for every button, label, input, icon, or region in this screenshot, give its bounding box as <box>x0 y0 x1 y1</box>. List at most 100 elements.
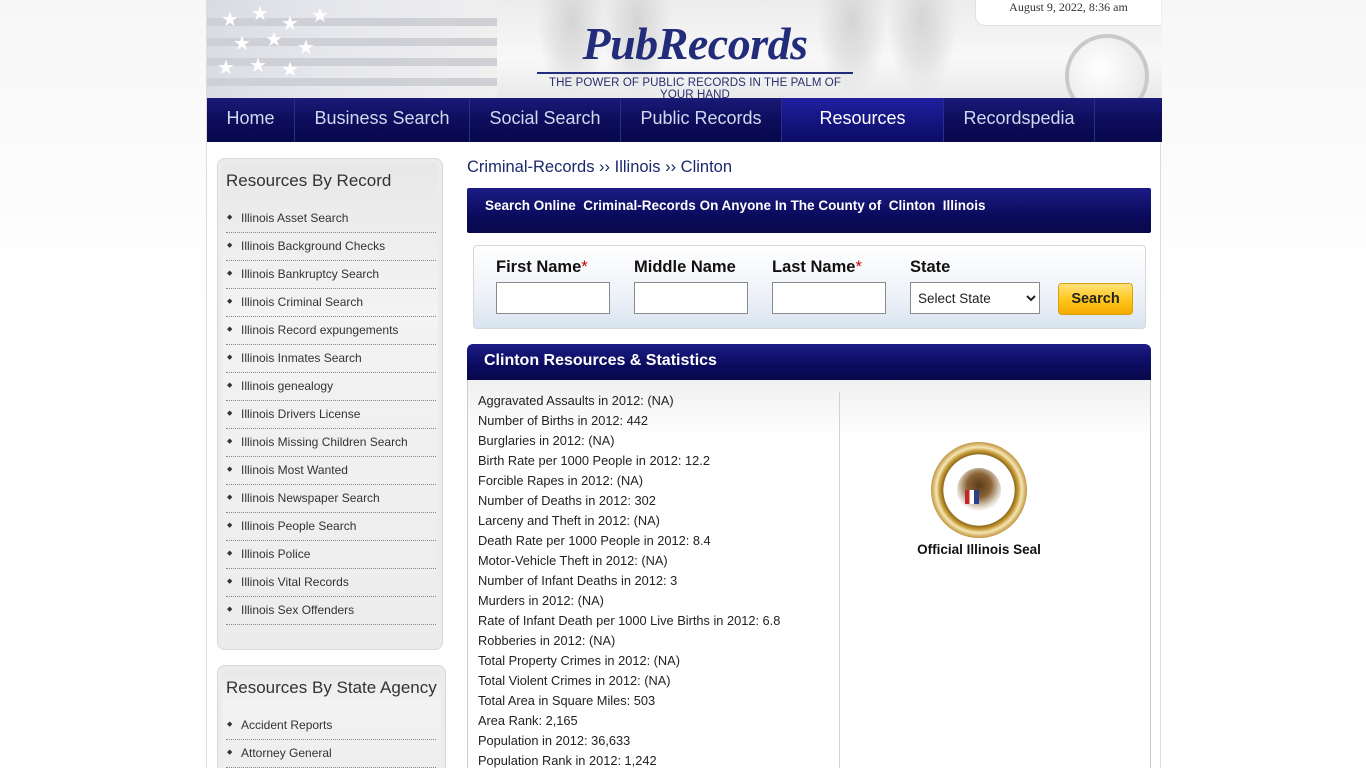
first-name-input[interactable] <box>496 282 610 314</box>
stat-item: Motor-Vehicle Theft in 2012: (NA) <box>478 553 668 568</box>
sidebar-item-accident-reports[interactable]: ◆ Accident Reports <box>226 712 436 740</box>
stat-item: Area Rank: 2,165 <box>478 713 578 728</box>
diamond-bullet-icon: ◆ <box>227 522 233 529</box>
us-flag-banner: ★ ★ ★ ★ ★ ★ ★ ★ ★ ★ <box>207 0 497 98</box>
nav-resources[interactable]: Resources <box>782 98 944 142</box>
stats-list: Aggravated Assaults in 2012: (NA) Number… <box>478 391 780 768</box>
state-label: State <box>910 258 951 276</box>
middle-name-input[interactable] <box>634 282 748 314</box>
diamond-bullet-icon: ◆ <box>227 270 233 277</box>
sidebar-item-record-expungements[interactable]: ◆ Illinois Record expungements <box>226 317 436 345</box>
diamond-bullet-icon: ◆ <box>227 410 233 417</box>
diamond-bullet-icon: ◆ <box>227 298 233 305</box>
diamond-bullet-icon: ◆ <box>227 242 233 249</box>
seal-caption: Official Illinois Seal <box>917 542 1041 557</box>
middle-name-label: Middle Name <box>634 258 736 276</box>
breadcrumb-separator: ›› <box>594 158 615 176</box>
diamond-bullet-icon: ◆ <box>227 606 233 613</box>
sidebar-agency-title: Resources By State Agency <box>226 678 437 697</box>
stat-item: Murders in 2012: (NA) <box>478 593 604 608</box>
stat-item: Robberies in 2012: (NA) <box>478 633 616 648</box>
diamond-bullet-icon: ◆ <box>227 326 233 333</box>
sidebar-item-asset-search[interactable]: ◆ Illinois Asset Search <box>226 205 436 233</box>
diamond-bullet-icon: ◆ <box>227 749 233 756</box>
sidebar-item-attorney-general[interactable]: ◆ Attorney General <box>226 740 436 768</box>
magnifier-icon <box>1065 34 1149 98</box>
logo-underline <box>537 72 853 74</box>
stat-item: Total Area in Square Miles: 503 <box>478 693 656 708</box>
middle-name-field: Middle Name <box>634 258 748 314</box>
first-name-label: First Name* <box>496 258 588 276</box>
stat-item: Number of Infant Deaths in 2012: 3 <box>478 573 678 588</box>
sidebar-item-missing-children[interactable]: ◆ Illinois Missing Children Search <box>226 429 436 457</box>
diamond-bullet-icon: ◆ <box>227 721 233 728</box>
stat-item: Population Rank in 2012: 1,242 <box>478 753 657 768</box>
stat-item: Number of Deaths in 2012: 302 <box>478 493 656 508</box>
sidebar-item-sex-offenders[interactable]: ◆ Illinois Sex Offenders <box>226 597 436 625</box>
stat-item: Death Rate per 1000 People in 2012: 8.4 <box>478 533 711 548</box>
site-logo[interactable]: PubRecords THE POWER OF PUBLIC RECORDS I… <box>535 16 855 98</box>
diamond-bullet-icon: ◆ <box>227 578 233 585</box>
sidebar-item-vital-records[interactable]: ◆ Illinois Vital Records <box>226 569 436 597</box>
nav-recordspedia[interactable]: Recordspedia <box>944 98 1095 142</box>
last-name-label: Last Name* <box>772 258 862 276</box>
first-name-field: First Name* <box>496 258 610 314</box>
sidebar-record-title: Resources By Record <box>226 171 392 190</box>
required-mark: * <box>855 258 862 276</box>
required-mark: * <box>581 258 588 276</box>
diamond-bullet-icon: ◆ <box>227 494 233 501</box>
stats-panel: Aggravated Assaults in 2012: (NA) Number… <box>467 380 1151 768</box>
sidebar-item-police[interactable]: ◆ Illinois Police <box>226 541 436 569</box>
stat-item: Larceny and Theft in 2012: (NA) <box>478 513 660 528</box>
stat-item: Birth Rate per 1000 People in 2012: 12.2 <box>478 453 710 468</box>
stat-item: Forcible Rapes in 2012: (NA) <box>478 473 644 488</box>
stat-item: Rate of Infant Death per 1000 Live Birth… <box>478 613 781 628</box>
sidebar-resources-by-agency: Resources By State Agency ◆ Accident Repo… <box>217 665 446 768</box>
sidebar-resources-by-record: Resources By Record ◆ Illinois Asset Sear… <box>217 158 443 650</box>
breadcrumb-illinois[interactable]: Illinois <box>615 158 661 176</box>
breadcrumb-separator: ›› <box>660 158 681 176</box>
stat-item: Burglaries in 2012: (NA) <box>478 433 615 448</box>
stat-item: Total Violent Crimes in 2012: (NA) <box>478 673 671 688</box>
breadcrumb-clinton: Clinton <box>680 158 733 176</box>
illinois-seal-icon <box>931 442 1027 538</box>
stats-divider <box>839 392 840 768</box>
site-header: ★ ★ ★ ★ ★ ★ ★ ★ ★ ★ PubRecords THE POWER… <box>207 0 1162 98</box>
diamond-bullet-icon: ◆ <box>227 214 233 221</box>
sidebar-record-list: ◆ Illinois Asset Search ◆ Illinois Backgro… <box>226 205 436 625</box>
sidebar-item-newspaper-search[interactable]: ◆ Illinois Newspaper Search <box>226 485 436 513</box>
breadcrumb: Criminal-Records ›› Illinois ›› Clinton <box>467 158 732 177</box>
nav-business-search[interactable]: Business Search <box>295 98 470 142</box>
stat-item: Aggravated Assaults in 2012: (NA) <box>478 393 674 408</box>
nav-social-search[interactable]: Social Search <box>470 98 621 142</box>
sidebar-agency-list: ◆ Accident Reports ◆ Attorney General <box>226 712 436 768</box>
stats-header: Clinton Resources & Statistics <box>467 344 1151 380</box>
diamond-bullet-icon: ◆ <box>227 438 233 445</box>
sidebar-item-inmates-search[interactable]: ◆ Illinois Inmates Search <box>226 345 436 373</box>
sidebar-item-people-search[interactable]: ◆ Illinois People Search <box>226 513 436 541</box>
diamond-bullet-icon: ◆ <box>227 354 233 361</box>
page-container: ★ ★ ★ ★ ★ ★ ★ ★ ★ ★ PubRecords THE POWER… <box>206 0 1162 768</box>
diamond-bullet-icon: ◆ <box>227 382 233 389</box>
current-date: August 9, 2022, 8:36 am <box>975 0 1161 26</box>
logo-text: PubRecords <box>582 18 809 69</box>
breadcrumb-criminal-records[interactable]: Criminal-Records <box>467 158 594 176</box>
sidebar-item-genealogy[interactable]: ◆ Illinois genealogy <box>226 373 436 401</box>
nav-public-records[interactable]: Public Records <box>621 98 782 142</box>
last-name-input[interactable] <box>772 282 886 314</box>
sidebar-item-criminal-search[interactable]: ◆ Illinois Criminal Search <box>226 289 436 317</box>
stat-item: Population in 2012: 36,633 <box>478 733 631 748</box>
sidebar-item-drivers-license[interactable]: ◆ Illinois Drivers License <box>226 401 436 429</box>
state-select[interactable]: Select State <box>910 282 1040 314</box>
sidebar-item-background-checks[interactable]: ◆ Illinois Background Checks <box>226 233 436 261</box>
search-form: First Name* Middle Name Last Name* State… <box>473 245 1146 329</box>
main-nav: Home Business Search Social Search Publi… <box>207 98 1162 142</box>
nav-home[interactable]: Home <box>207 98 295 142</box>
search-button[interactable]: Search <box>1058 283 1133 315</box>
sidebar-item-most-wanted[interactable]: ◆ Illinois Most Wanted <box>226 457 436 485</box>
logo-tagline: THE POWER OF PUBLIC RECORDS IN THE PALM … <box>549 77 841 98</box>
state-field: State Select State <box>910 258 1040 314</box>
diamond-bullet-icon: ◆ <box>227 550 233 557</box>
sidebar-item-bankruptcy-search[interactable]: ◆ Illinois Bankruptcy Search <box>226 261 436 289</box>
last-name-field: Last Name* <box>772 258 886 314</box>
